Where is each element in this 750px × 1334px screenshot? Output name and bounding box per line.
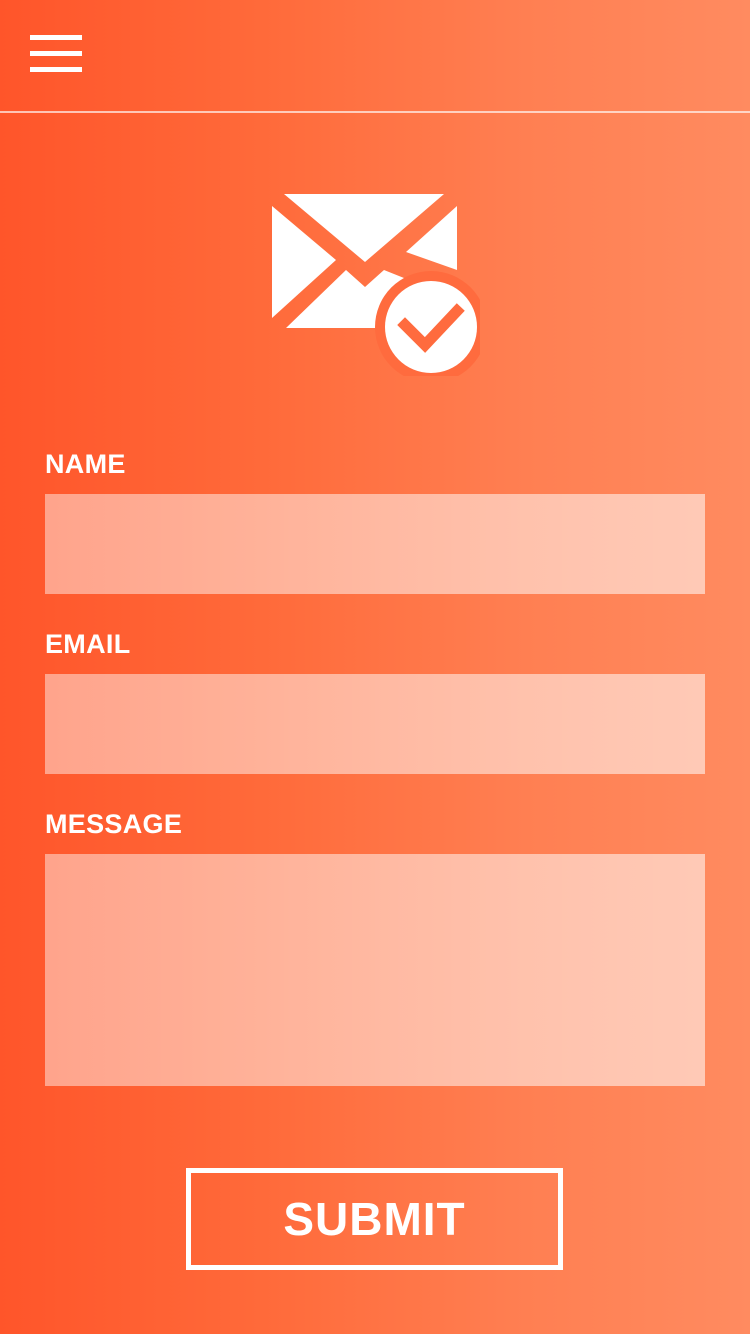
message-field[interactable] xyxy=(45,854,705,1086)
menu-line xyxy=(30,35,82,40)
menu-line xyxy=(30,67,82,72)
top-bar xyxy=(0,0,750,113)
message-label: MESSAGE xyxy=(45,809,183,839)
mail-check-icon xyxy=(272,194,487,383)
menu-line xyxy=(30,51,82,56)
submit-button[interactable]: SUBMIT xyxy=(186,1168,563,1270)
email-field[interactable] xyxy=(45,674,705,774)
hamburger-menu-icon[interactable] xyxy=(30,35,82,73)
name-label: NAME xyxy=(45,449,126,479)
name-field[interactable] xyxy=(45,494,705,594)
email-label: EMAIL xyxy=(45,629,131,659)
